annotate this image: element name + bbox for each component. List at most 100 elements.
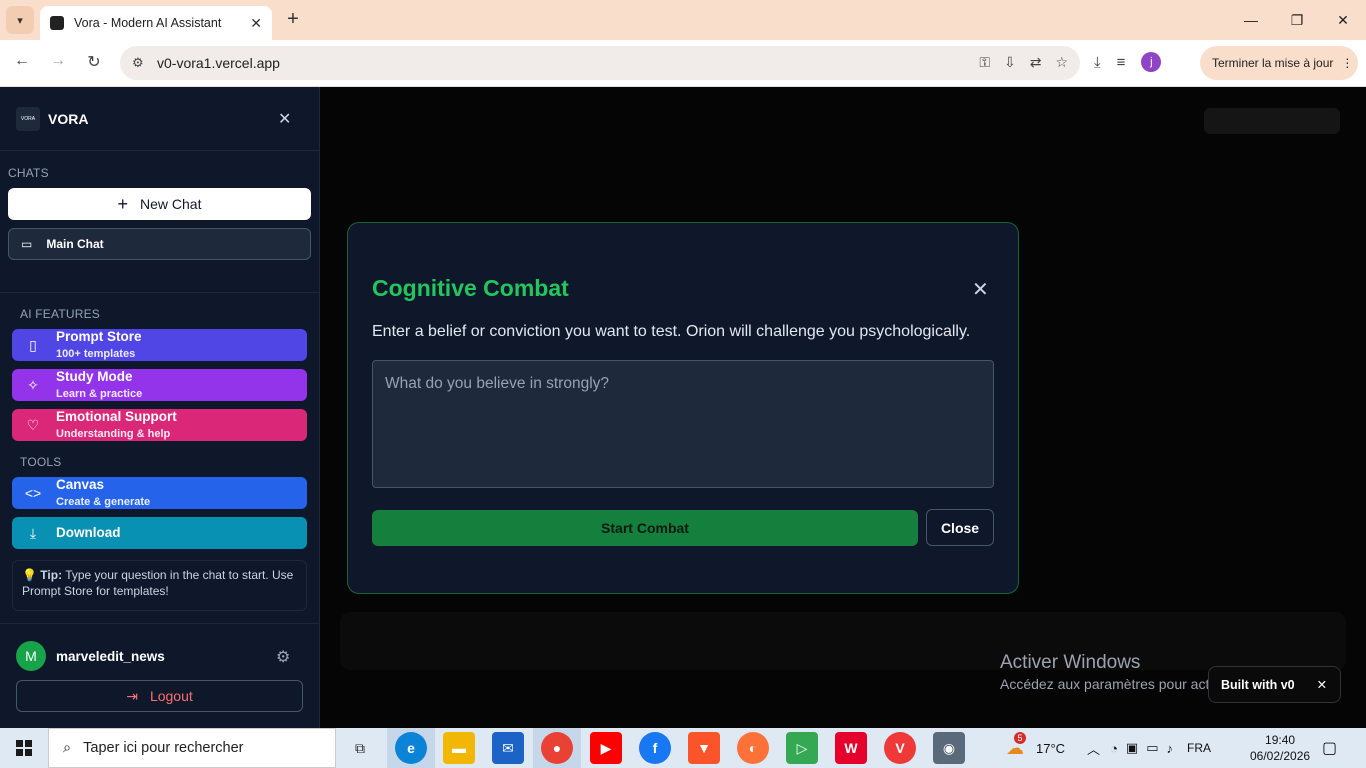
url-text: v0-vora1.vercel.app xyxy=(157,55,280,71)
restore-icon[interactable]: ❐ xyxy=(1274,0,1320,40)
clock-time: 19:40 xyxy=(1265,733,1296,747)
user-profile: M marveledit_news xyxy=(16,641,165,671)
logout-icon: ⇥ xyxy=(126,687,138,704)
onedrive-icon[interactable]: ▣ xyxy=(1126,740,1138,756)
app-name: VORA xyxy=(48,111,89,127)
dialog-title: Cognitive Combat xyxy=(372,275,569,301)
forward-icon[interactable]: → xyxy=(46,52,70,70)
dialog-description: Enter a belief or conviction you want to… xyxy=(372,323,971,340)
avatar: M xyxy=(16,641,46,671)
bookmark-star-icon[interactable]: ☆ xyxy=(1055,54,1068,71)
tool-title: Canvas xyxy=(56,476,105,492)
feature-subtitle: 100+ templates xyxy=(56,347,136,360)
brave-icon[interactable]: ▼ xyxy=(688,732,720,764)
more-menu-icon[interactable]: ⋮ xyxy=(1341,56,1353,70)
feature-study-mode[interactable]: ✧ Study Mode Learn & practice xyxy=(12,369,307,401)
windows-logo-icon xyxy=(16,740,32,756)
badge-close-icon[interactable]: ✕ xyxy=(1317,677,1327,692)
translate-icon[interactable]: ⇄ xyxy=(1030,54,1042,71)
cognitive-combat-dialog: Cognitive Combat ✕ Enter a belief or con… xyxy=(347,222,1019,594)
site-info-icon[interactable]: ⚙ xyxy=(132,55,144,71)
gear-icon[interactable]: ⚙ xyxy=(276,647,290,667)
youtube-icon[interactable]: ▶ xyxy=(590,732,622,764)
download-icon: ⤓ xyxy=(29,524,37,541)
camera-icon[interactable]: ◉ xyxy=(933,732,965,764)
chrome-icon[interactable]: ● xyxy=(541,732,573,764)
network-icon[interactable]: ◔ xyxy=(1110,741,1118,756)
feature-subtitle: Learn & practice xyxy=(56,387,143,400)
tool-download[interactable]: ⤓ Download xyxy=(12,517,307,549)
tab-list-button[interactable]: ▾ xyxy=(6,6,34,34)
lightbulb-icon: 💡 xyxy=(22,568,37,582)
new-tab-button[interactable]: + xyxy=(282,8,304,30)
sidebar-divider xyxy=(0,292,320,293)
key-icon[interactable]: ⚿ xyxy=(979,54,990,71)
install-app-icon[interactable]: ⇩ xyxy=(1004,54,1016,71)
tip-box: 💡 Tip: Type your question in the chat to… xyxy=(12,560,307,611)
battery-icon[interactable]: ▭ xyxy=(1146,740,1158,756)
weather-temp: 17°C xyxy=(1036,740,1066,756)
browser-toolbar: ← → ↻ ⚙ v0-vora1.vercel.app ⚿ ⇩ ⇄ ☆ ⤓ ≡ … xyxy=(0,40,1366,87)
language-indicator[interactable]: FRA xyxy=(1187,741,1211,755)
dialog-close-icon[interactable]: ✕ xyxy=(972,277,989,302)
profile-avatar[interactable]: j xyxy=(1141,52,1162,72)
downloads-icon[interactable]: ⤓ xyxy=(1094,54,1101,71)
built-with-badge[interactable]: Built with v0 ✕ xyxy=(1208,666,1341,703)
weather-badge: 5 xyxy=(1014,731,1026,744)
chevron-up-icon[interactable]: ︿ xyxy=(1087,739,1100,758)
tool-title: Download xyxy=(56,525,121,540)
update-button[interactable]: Terminer la mise à jour ⋮ xyxy=(1200,46,1358,80)
tool-canvas[interactable]: <> Canvas Create & generate xyxy=(12,477,307,509)
clock[interactable]: 19:40 06/02/2026 xyxy=(1250,732,1310,764)
belief-input[interactable] xyxy=(372,360,994,488)
chat-item-main[interactable]: ▭ Main Chat xyxy=(8,228,311,260)
feature-emotional-support[interactable]: ♡ Emotional Support Understanding & help xyxy=(12,409,307,441)
edge-icon[interactable]: e xyxy=(395,732,427,764)
tip-label: Tip: xyxy=(40,568,63,582)
new-chat-button[interactable]: + New Chat xyxy=(8,188,311,220)
tab-close-icon[interactable]: ✕ xyxy=(250,15,262,32)
file-explorer-icon[interactable]: ▬ xyxy=(443,732,475,764)
browser-tab[interactable]: Vora - Modern AI Assistant ✕ xyxy=(40,6,272,40)
chat-item-label: Main Chat xyxy=(46,237,104,251)
play-store-icon[interactable]: ▷ xyxy=(786,732,818,764)
tab-favicon-icon xyxy=(50,16,64,30)
back-icon[interactable]: ← xyxy=(10,52,34,70)
plus-icon: + xyxy=(117,193,129,214)
feature-subtitle: Understanding & help xyxy=(56,427,171,440)
taskbar-search[interactable]: ⌕ Taper ici pour rechercher xyxy=(48,728,336,768)
start-button[interactable] xyxy=(0,728,48,768)
weather-icon[interactable]: ☁ 5 xyxy=(1006,731,1026,759)
chats-section-label: CHATS xyxy=(8,166,49,180)
logout-button[interactable]: ⇥ Logout xyxy=(16,680,303,712)
tip-text: Type your question in the chat to start.… xyxy=(22,568,294,598)
feature-title: Emotional Support xyxy=(56,408,177,424)
browser-tabbar: ▾ Vora - Modern AI Assistant ✕ + — ❐ ✕ xyxy=(0,0,1366,40)
facebook-icon[interactable]: f xyxy=(639,732,671,764)
start-combat-button[interactable]: Start Combat xyxy=(372,510,918,546)
task-view-icon[interactable]: ⧉ xyxy=(344,732,376,764)
vivaldi-icon[interactable]: V xyxy=(884,732,916,764)
vora-logo: VORA xyxy=(16,107,40,131)
outlook-icon[interactable]: ✉ xyxy=(492,732,524,764)
sidebar-header: VORA VORA ✕ xyxy=(0,87,319,151)
sidebar-divider xyxy=(0,623,320,624)
volume-icon[interactable]: ♪ xyxy=(1167,741,1174,756)
feature-title: Prompt Store xyxy=(56,328,142,344)
firefox-icon[interactable]: ◐ xyxy=(737,732,769,764)
wps-office-icon[interactable]: W xyxy=(835,732,867,764)
feature-prompt-store[interactable]: ▯ Prompt Store 100+ templates xyxy=(12,329,307,361)
close-button[interactable]: Close xyxy=(926,509,994,546)
media-controls-icon[interactable]: ≡ xyxy=(1117,54,1126,71)
username: marveledit_news xyxy=(56,648,165,664)
message-square-icon: ▭ xyxy=(21,237,33,251)
sidebar-close-icon[interactable]: ✕ xyxy=(278,109,291,129)
window-close-icon[interactable]: ✕ xyxy=(1320,0,1366,40)
update-label: Terminer la mise à jour xyxy=(1212,56,1334,70)
notification-icon[interactable]: ▢ xyxy=(1322,738,1337,758)
address-bar[interactable]: ⚙ v0-vora1.vercel.app ⚿ ⇩ ⇄ ☆ xyxy=(120,46,1080,80)
tab-title: Vora - Modern AI Assistant xyxy=(74,16,222,30)
reload-icon[interactable]: ↻ xyxy=(82,52,106,72)
sidebar: VORA VORA ✕ CHATS + New Chat ▭ Main Chat… xyxy=(0,87,320,728)
minimize-icon[interactable]: — xyxy=(1228,0,1274,40)
